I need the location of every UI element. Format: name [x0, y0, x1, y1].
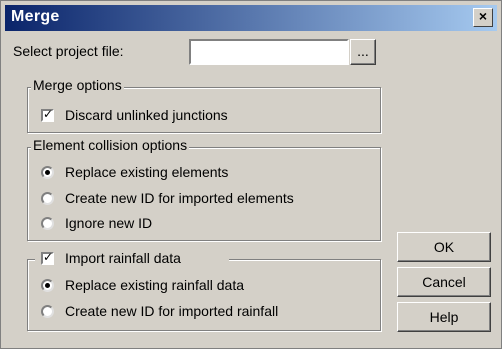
radio-replace-existing-elements[interactable] — [41, 166, 54, 179]
import-rainfall-checkbox[interactable]: ✓ — [41, 250, 54, 265]
radio-create-new-id-elements[interactable] — [41, 192, 54, 205]
radio-selected-dot — [45, 170, 50, 175]
replace-existing-elements-label: Replace existing elements — [65, 164, 229, 180]
merge-dialog: Merge × Select project file: ... Merge o… — [0, 0, 502, 349]
window-title: Merge — [11, 8, 60, 25]
create-new-id-rainfall-label: Create new ID for imported rainfall — [65, 303, 279, 319]
create-new-id-elements-label: Create new ID for imported elements — [65, 190, 294, 206]
check-icon: ✓ — [43, 250, 54, 264]
project-file-label: Select project file: — [13, 43, 124, 59]
discard-unlinked-label: Discard unlinked junctions — [65, 107, 228, 123]
ok-button[interactable]: OK — [397, 232, 491, 262]
project-file-input[interactable] — [189, 39, 349, 65]
help-button[interactable]: Help — [397, 302, 491, 332]
title-bar: Merge × — [5, 5, 497, 31]
radio-create-new-id-rainfall[interactable] — [41, 305, 54, 318]
browse-button[interactable]: ... — [350, 39, 376, 65]
replace-existing-rainfall-label: Replace existing rainfall data — [65, 277, 244, 293]
close-icon[interactable]: × — [473, 8, 493, 27]
discard-unlinked-checkbox[interactable]: ✓ — [41, 107, 54, 122]
collision-options-legend: Element collision options — [31, 137, 190, 153]
radio-selected-dot — [45, 283, 50, 288]
radio-ignore-new-id[interactable] — [41, 217, 54, 230]
cancel-button[interactable]: Cancel — [397, 267, 491, 297]
merge-options-legend: Merge options — [31, 77, 124, 93]
ignore-new-id-label: Ignore new ID — [65, 215, 153, 231]
rainfall-group — [27, 259, 381, 331]
import-rainfall-label: Import rainfall data — [65, 250, 181, 266]
check-icon: ✓ — [43, 107, 54, 121]
radio-replace-existing-rainfall[interactable] — [41, 279, 54, 292]
